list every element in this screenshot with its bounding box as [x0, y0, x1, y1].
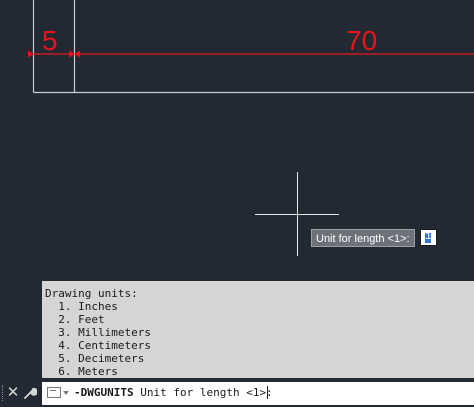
dimension-arrow-mid-right	[74, 50, 80, 58]
dimension-text-left: 5	[42, 25, 58, 56]
history-line: 3. Millimeters	[45, 326, 151, 339]
command-name: -DWGUNITS	[74, 386, 134, 399]
history-line: Drawing units:	[45, 287, 138, 300]
dimension-text-right: 70	[346, 25, 377, 56]
history-line: 4. Centimeters	[45, 339, 151, 352]
wrench-icon[interactable]	[21, 384, 39, 402]
text-cursor	[267, 386, 268, 399]
chevron-down-icon[interactable]	[63, 391, 69, 395]
command-prompt-icon[interactable]	[47, 387, 61, 398]
close-icon[interactable]: ✕	[4, 384, 22, 402]
dynamic-input-field[interactable]: 1	[420, 229, 437, 246]
history-line: 1. Inches	[45, 300, 118, 313]
command-prompt-text: Unit for length <1>:	[133, 386, 280, 399]
command-line-input[interactable]: -DWGUNITS Unit for length <1>:	[42, 382, 474, 405]
history-line: 5. Decimeters	[45, 352, 145, 365]
command-history-panel: Drawing units: 1. Inches 2. Feet 3. Mill…	[42, 281, 474, 378]
dimension-arrow-left	[28, 50, 34, 58]
dynamic-input-prompt: Unit for length <1>:	[311, 229, 415, 247]
history-line: 2. Feet	[45, 313, 105, 326]
history-line: 6. Meters	[45, 365, 118, 378]
dimension-arrow-mid-left	[69, 50, 75, 58]
dynamic-input-value: 1	[425, 231, 432, 243]
command-line-text: -DWGUNITS Unit for length <1>:	[74, 386, 279, 399]
